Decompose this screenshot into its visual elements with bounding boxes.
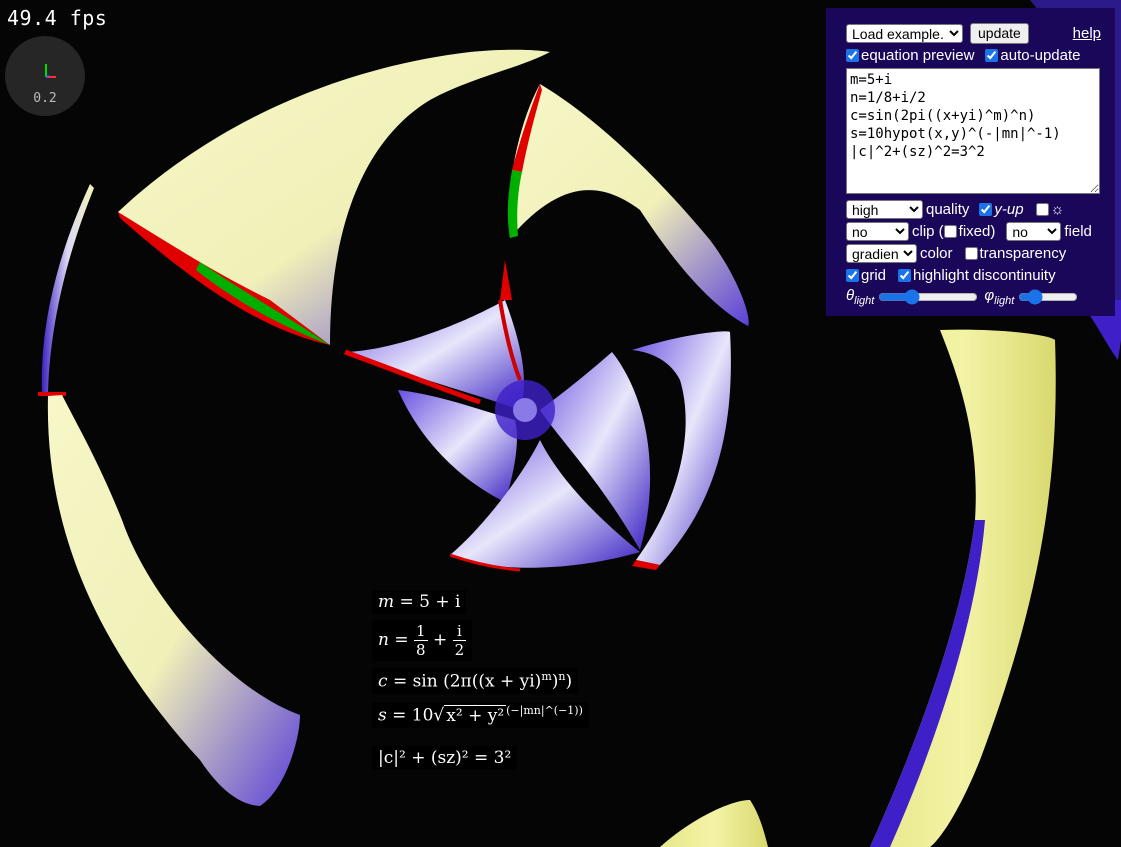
- clip-label: clip (: [912, 222, 944, 240]
- y-up-label: y-up: [994, 200, 1024, 218]
- surface-top-petal: [118, 49, 550, 345]
- color-label: color: [920, 244, 953, 262]
- equation-preview-line-4: s = 10√ x² + y² (−|mn|^(−1)): [372, 702, 589, 728]
- theta-light-slider[interactable]: [878, 290, 979, 304]
- transparency-label: transparency: [979, 244, 1067, 262]
- fixed-checkbox[interactable]: [943, 224, 957, 238]
- surface-right-petal: [508, 84, 749, 326]
- surface-center-swirl: [344, 260, 651, 572]
- clip-select[interactable]: no: [846, 221, 909, 241]
- quality-select[interactable]: high: [846, 199, 923, 219]
- field-select[interactable]: no: [1006, 221, 1062, 241]
- axes-scale-label: 0.2: [33, 91, 57, 106]
- surface-left-blade: [47, 395, 300, 806]
- equation-preview-line-3: c = sin (2π((x + yi)m)n): [372, 668, 579, 694]
- sun-checkbox[interactable]: [1035, 202, 1049, 216]
- control-panel: Load example... update help equation pre…: [826, 8, 1115, 316]
- equation-preview-line-2: n = 18 + i2: [372, 620, 473, 661]
- y-up-checkbox[interactable]: [979, 202, 993, 216]
- axes-orientation-widget[interactable]: 0.2: [5, 36, 85, 116]
- fixed-label: fixed): [958, 222, 996, 240]
- surface-bottom-fragment: [660, 800, 768, 847]
- highlight-discontinuity-checkbox[interactable]: [898, 268, 912, 282]
- equation-editor[interactable]: m=5+i n=1/8+i/2 c=sin(2pi((x+yi)^m)^n) s…: [846, 68, 1100, 194]
- equation-preview-line-1: m = 5 + i: [372, 590, 467, 614]
- example-select[interactable]: Load example...: [846, 23, 963, 43]
- help-link[interactable]: help: [1073, 25, 1101, 42]
- equation-preview-checkbox[interactable]: [846, 48, 859, 62]
- transparency-checkbox[interactable]: [964, 246, 978, 260]
- theta-light-label: θlight: [846, 287, 875, 307]
- auto-update-label: auto-update: [1000, 46, 1081, 64]
- equation-preview-line-5: |c|² + (sz)² = 3²: [372, 746, 518, 770]
- update-button[interactable]: update: [970, 22, 1029, 44]
- color-select[interactable]: gradient: [846, 243, 917, 263]
- grid-checkbox[interactable]: [846, 268, 859, 282]
- fps-counter: 49.4 fps: [7, 6, 108, 30]
- grid-label: grid: [861, 266, 887, 284]
- field-label: field: [1064, 222, 1092, 240]
- phi-light-label: φlight: [984, 287, 1015, 307]
- sun-icon: ☼: [1050, 200, 1065, 218]
- surface-left-arc: [41, 184, 94, 392]
- phi-light-slider[interactable]: [1018, 290, 1079, 304]
- auto-update-checkbox[interactable]: [985, 48, 999, 62]
- equation-preview-label: equation preview: [861, 46, 975, 64]
- highlight-discontinuity-label: highlight discontinuity: [913, 266, 1056, 284]
- quality-label: quality: [926, 200, 970, 218]
